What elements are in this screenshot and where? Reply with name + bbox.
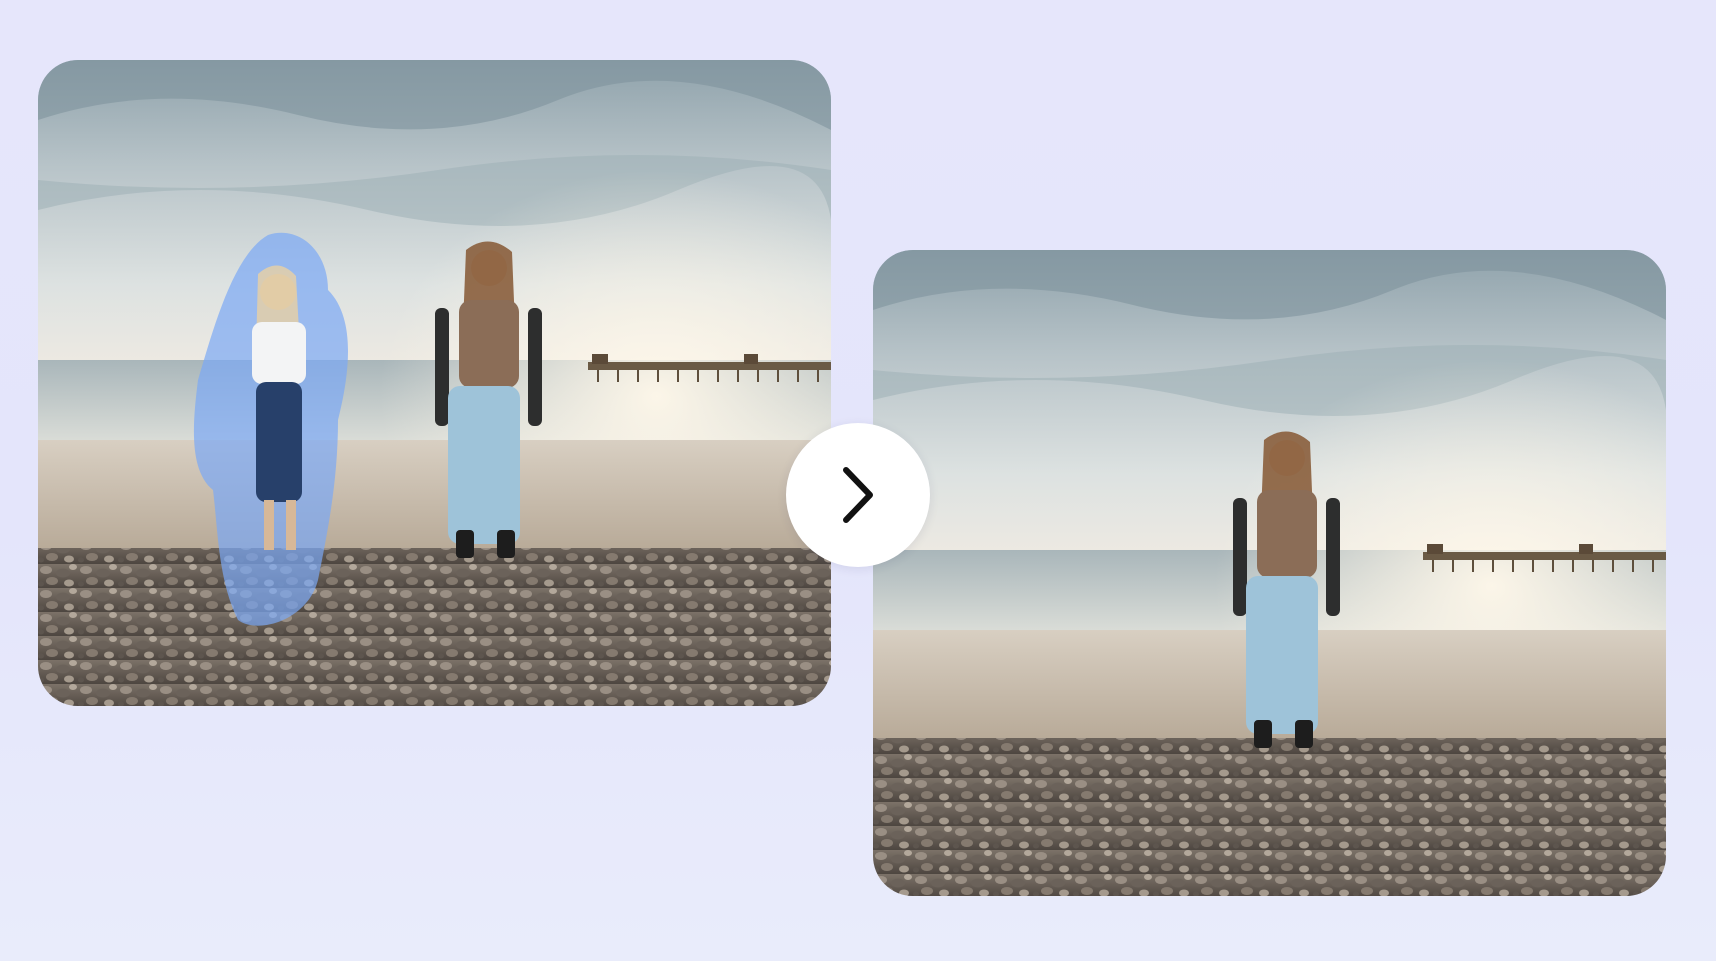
next-button[interactable] — [786, 423, 930, 567]
before-photo — [38, 60, 831, 706]
beach-photo-after — [873, 250, 1666, 896]
after-photo — [873, 250, 1666, 896]
chevron-right-icon — [843, 467, 873, 523]
beach-photo-before — [38, 60, 831, 706]
